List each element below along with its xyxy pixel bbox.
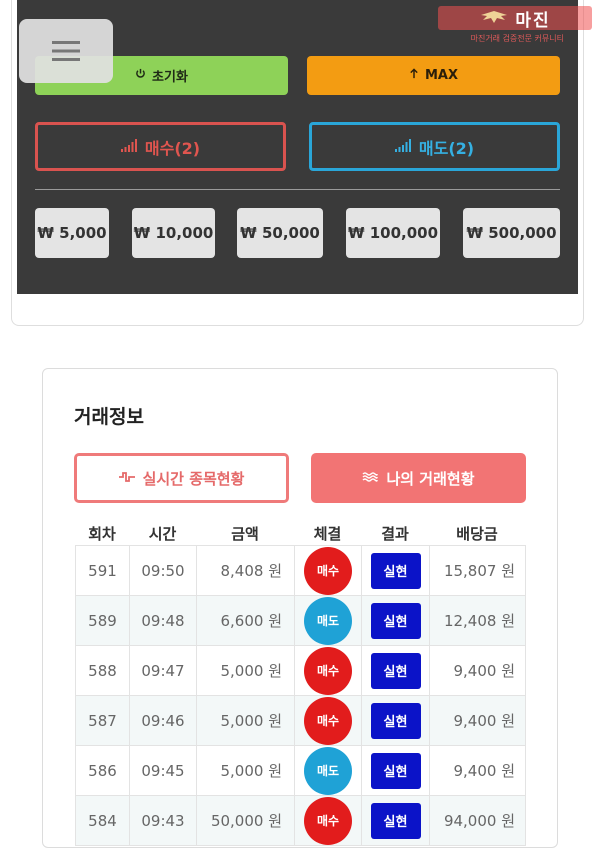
payout-cell: 15,807 원 bbox=[429, 545, 526, 596]
tab-live-label: 실시간 종목현황 bbox=[142, 469, 245, 488]
tab-my-trades[interactable]: 나의 거래현황 bbox=[311, 453, 526, 503]
amount-cell: 5,000 원 bbox=[196, 745, 295, 796]
result-cell: 실현 bbox=[361, 545, 430, 596]
side-cell: 매도 bbox=[294, 595, 362, 646]
reset-label: 초기화 bbox=[152, 70, 188, 85]
signal-bars-icon bbox=[120, 137, 137, 156]
panel-divider bbox=[35, 189, 560, 190]
table-row: 586 09:45 5,000 원 매도 실현 9,400 원 bbox=[75, 745, 526, 796]
side-badge: 매도 bbox=[304, 746, 352, 795]
result-badge: 실현 bbox=[370, 552, 421, 589]
side-badge: 매도 bbox=[304, 596, 352, 645]
buy-label: 매수(2) bbox=[144, 138, 201, 158]
column-header-payout: 배당금 bbox=[456, 525, 498, 543]
sell-button[interactable]: 매도(2) bbox=[309, 122, 560, 171]
side-cell: 매수 bbox=[294, 645, 362, 696]
amount-cell: 50,000 원 bbox=[196, 795, 295, 846]
result-cell: 실현 bbox=[361, 645, 430, 696]
arrow-up-icon bbox=[409, 68, 419, 83]
side-badge: 매수 bbox=[304, 646, 352, 695]
table-row: 584 09:43 50,000 원 매수 실현 94,000 원 bbox=[75, 795, 526, 846]
result-cell: 실현 bbox=[361, 745, 430, 796]
round-cell: 584 bbox=[75, 795, 130, 846]
amount-button-5000[interactable]: ₩ 5,000 bbox=[35, 208, 109, 258]
table-row: 588 09:47 5,000 원 매수 실현 9,400 원 bbox=[75, 645, 526, 696]
column-header-side: 체결 bbox=[313, 525, 342, 543]
payout-cell: 94,000 원 bbox=[429, 795, 526, 846]
amount-cell: 5,000 원 bbox=[196, 695, 295, 746]
amount-cell: 5,000 원 bbox=[196, 645, 295, 696]
logo-text: 마진 bbox=[515, 10, 551, 31]
menu-button[interactable] bbox=[19, 19, 113, 83]
max-label: MAX bbox=[424, 68, 459, 83]
time-cell: 09:46 bbox=[129, 695, 197, 746]
power-icon bbox=[135, 68, 146, 83]
side-cell: 매수 bbox=[294, 695, 362, 746]
side-cell: 매수 bbox=[294, 545, 362, 596]
result-badge: 실현 bbox=[370, 602, 421, 639]
payout-cell: 9,400 원 bbox=[429, 645, 526, 696]
amount-button-100000[interactable]: ₩ 100,000 bbox=[346, 208, 440, 258]
amount-button-500000[interactable]: ₩ 500,000 bbox=[463, 208, 560, 258]
result-badge: 실현 bbox=[370, 802, 421, 839]
column-header-round: 회차 bbox=[88, 525, 116, 543]
time-cell: 09:50 bbox=[129, 545, 197, 596]
waves-icon bbox=[362, 469, 379, 487]
result-badge: 실현 bbox=[370, 702, 421, 739]
amount-button-10000[interactable]: ₩ 10,000 bbox=[132, 208, 215, 258]
signal-bars-icon bbox=[394, 137, 411, 156]
payout-cell: 9,400 원 bbox=[429, 695, 526, 746]
round-cell: 591 bbox=[75, 545, 130, 596]
site-logo: 마진 마진거래 검증전문 커뮤니티 bbox=[438, 6, 592, 46]
column-header-time: 시간 bbox=[148, 525, 177, 543]
table-row: 591 09:50 8,408 원 매수 실현 15,807 원 bbox=[75, 545, 526, 596]
side-badge: 매수 bbox=[304, 796, 352, 845]
time-cell: 09:47 bbox=[129, 645, 197, 696]
table-row: 587 09:46 5,000 원 매수 실현 9,400 원 bbox=[75, 695, 526, 746]
payout-cell: 12,408 원 bbox=[429, 595, 526, 646]
sell-label: 매도(2) bbox=[418, 138, 475, 158]
round-cell: 588 bbox=[75, 645, 130, 696]
result-cell: 실현 bbox=[361, 595, 430, 646]
tab-mine-label: 나의 거래현황 bbox=[386, 469, 475, 488]
payout-cell: 9,400 원 bbox=[429, 745, 526, 796]
column-header-result: 결과 bbox=[381, 525, 409, 543]
round-cell: 587 bbox=[75, 695, 130, 746]
side-cell: 매수 bbox=[294, 795, 362, 846]
side-cell: 매도 bbox=[294, 745, 362, 796]
hamburger-icon bbox=[52, 40, 80, 62]
amount-cell: 6,600 원 bbox=[196, 595, 295, 646]
result-cell: 실현 bbox=[361, 695, 430, 746]
side-badge: 매수 bbox=[304, 696, 352, 745]
max-button[interactable]: MAX bbox=[307, 56, 560, 95]
time-cell: 09:43 bbox=[129, 795, 197, 846]
pulse-icon bbox=[118, 469, 135, 487]
result-badge: 실현 bbox=[370, 652, 421, 689]
round-cell: 586 bbox=[75, 745, 130, 796]
trade-info-title: 거래정보 bbox=[74, 406, 144, 428]
tab-live-status[interactable]: 실시간 종목현황 bbox=[74, 453, 289, 503]
result-badge: 실현 bbox=[370, 752, 421, 789]
table-row: 589 09:48 6,600 원 매도 실현 12,408 원 bbox=[75, 595, 526, 646]
logo-tagline: 마진거래 검증전문 커뮤니티 bbox=[470, 34, 564, 43]
logo-mark: 마진 bbox=[438, 6, 592, 31]
time-cell: 09:48 bbox=[129, 595, 197, 646]
amount-cell: 8,408 원 bbox=[196, 545, 295, 596]
round-cell: 589 bbox=[75, 595, 130, 646]
time-cell: 09:45 bbox=[129, 745, 197, 796]
buy-button[interactable]: 매수(2) bbox=[35, 122, 286, 171]
result-cell: 실현 bbox=[361, 795, 430, 846]
column-header-amount: 금액 bbox=[231, 525, 259, 543]
amount-button-50000[interactable]: ₩ 50,000 bbox=[237, 208, 323, 258]
eagle-emblem-icon bbox=[479, 8, 509, 29]
trade-table: 591 09:50 8,408 원 매수 실현 15,807 원 589 09:48 6,600… bbox=[75, 545, 526, 846]
side-badge: 매수 bbox=[304, 546, 352, 595]
